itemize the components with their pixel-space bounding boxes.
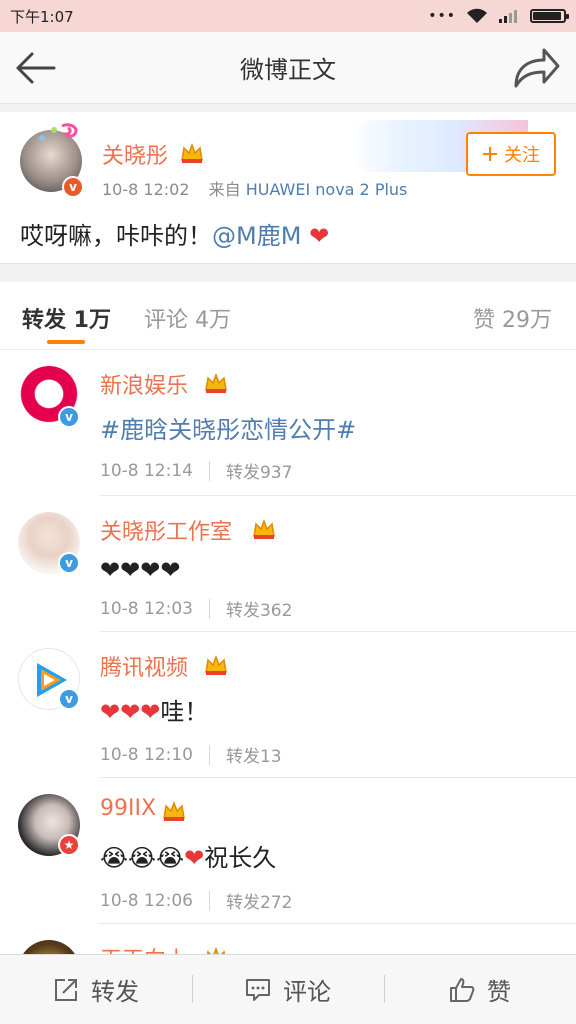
crying-emojis: 😭😭😭 <box>100 844 185 872</box>
crown-icon <box>205 654 227 675</box>
repost-content: 😭😭😭❤祝长久 <box>100 838 276 873</box>
repost-meta: 10-8 12:14 转发937 <box>100 458 292 483</box>
heart-emojis: ❤❤❤ <box>100 698 161 726</box>
list-item[interactable]: 天天向上 <box>0 924 576 954</box>
repost-list: v 新浪娱乐 #鹿晗关晓彤恋情公开# 10-8 12:14 转发937 v 关晓… <box>0 350 576 954</box>
like-button[interactable]: 赞 <box>384 955 576 1024</box>
user-name[interactable]: 腾讯视频 <box>100 650 188 682</box>
repost-time: 10-8 12:14 <box>100 460 193 481</box>
bottom-action-bar: 转发 评论 赞 <box>0 954 576 1024</box>
crown-icon <box>163 800 185 821</box>
crown-icon <box>205 372 227 393</box>
nav-bar: 微博正文 <box>0 32 576 104</box>
back-arrow-icon[interactable] <box>14 48 58 88</box>
crown-icon <box>206 946 226 954</box>
heart-emoji: ❤ <box>184 844 205 872</box>
list-item[interactable]: v 新浪娱乐 #鹿晗关晓彤恋情公开# 10-8 12:14 转发937 <box>0 350 576 496</box>
post-author-name[interactable]: 关晓彤 <box>102 138 168 170</box>
repost-meta: 10-8 12:06 转发272 <box>100 888 292 913</box>
repost-content: ❤❤❤哇！ <box>100 692 208 727</box>
status-time: 下午1:07 <box>10 7 74 26</box>
user-name[interactable]: 99IIX <box>100 796 156 821</box>
follow-label: 关注 <box>504 145 540 166</box>
status-bar: 下午1:07 ••• <box>0 0 576 32</box>
repost-count: 转发272 <box>225 893 293 913</box>
like-label: 赞 <box>487 978 511 1006</box>
tab-comment[interactable]: 评论 4万 <box>144 302 231 334</box>
comment-icon <box>246 978 270 1001</box>
thumbs-up-icon <box>450 977 475 1002</box>
repost-count: 转发13 <box>225 747 282 767</box>
tab-repost[interactable]: 转发 1万 <box>22 302 111 334</box>
repost-content: ❤❤❤❤ <box>100 556 181 584</box>
verified-badge-icon: v <box>58 552 80 574</box>
verified-badge-icon: v <box>62 176 84 198</box>
sparkle-decoration-icon <box>39 123 78 141</box>
repost-meta: 10-8 12:03 转发362 <box>100 596 292 621</box>
heart-emoji: ❤ <box>309 222 330 250</box>
avatar[interactable] <box>18 940 80 954</box>
verified-badge-icon: v <box>58 688 80 710</box>
repost-count: 转发362 <box>225 601 293 621</box>
status-icons: ••• <box>428 8 569 24</box>
post-source[interactable]: HUAWEI nova 2 Plus <box>246 180 408 199</box>
list-item[interactable]: ★ 99IIX 😭😭😭❤祝长久 10-8 12:06 转发272 <box>0 778 576 924</box>
repost-icon <box>55 978 77 1001</box>
user-name[interactable]: 新浪娱乐 <box>100 368 188 400</box>
crown-icon <box>253 518 275 539</box>
battery-icon <box>530 9 569 23</box>
list-item[interactable]: v 关晓彤工作室 ❤❤❤❤ 10-8 12:03 转发362 <box>0 496 576 632</box>
repost-label: 转发 <box>91 978 139 1006</box>
post-source-prefix: 来自 <box>208 180 241 199</box>
post-time: 10-8 12:02 <box>102 180 190 199</box>
repost-time: 10-8 12:06 <box>100 890 193 911</box>
verified-badge-icon: ★ <box>58 834 80 856</box>
user-name[interactable]: 天天向上 <box>100 942 188 954</box>
page-title: 微博正文 <box>240 56 336 84</box>
repost-text: 祝长久 <box>204 844 277 872</box>
post-body: 哎呀嘛，咔咔的！ <box>20 222 212 250</box>
post-meta: 10-8 12:02 来自 HUAWEI nova 2 Plus <box>102 176 407 200</box>
post-card: v 关晓彤 10-8 12:02 来自 HUAWEI nova 2 Plus 关… <box>0 112 576 264</box>
wifi-icon <box>467 8 487 23</box>
tab-bar: 转发 1万 评论 4万 赞 29万 <box>0 282 576 350</box>
mention-link[interactable]: @M鹿M <box>212 222 301 250</box>
verified-badge-icon: v <box>58 406 80 428</box>
follow-button[interactable]: 关注 <box>466 132 556 176</box>
repost-time: 10-8 12:03 <box>100 598 193 619</box>
repost-text: 哇！ <box>160 698 209 726</box>
comment-button[interactable]: 评论 <box>192 955 384 1024</box>
repost-button[interactable]: 转发 <box>0 955 192 1024</box>
dots-icon: ••• <box>428 8 456 24</box>
signal-icon <box>499 10 517 23</box>
repost-time: 10-8 12:10 <box>100 744 193 765</box>
share-icon[interactable] <box>512 44 562 90</box>
tab-like[interactable]: 赞 29万 <box>473 302 552 334</box>
comment-label: 评论 <box>283 978 331 1006</box>
repost-content[interactable]: #鹿晗关晓彤恋情公开# <box>100 410 356 445</box>
user-name[interactable]: 关晓彤工作室 <box>100 514 232 546</box>
crown-icon <box>181 142 203 163</box>
plus-icon <box>483 147 497 161</box>
repost-count: 转发937 <box>225 463 293 483</box>
repost-meta: 10-8 12:10 转发13 <box>100 742 282 767</box>
post-text: 哎呀嘛，咔咔的！@M鹿M ❤ <box>20 216 329 251</box>
tab-indicator <box>47 340 85 344</box>
list-item[interactable]: v 腾讯视频 ❤❤❤哇！ 10-8 12:10 转发13 <box>0 632 576 778</box>
